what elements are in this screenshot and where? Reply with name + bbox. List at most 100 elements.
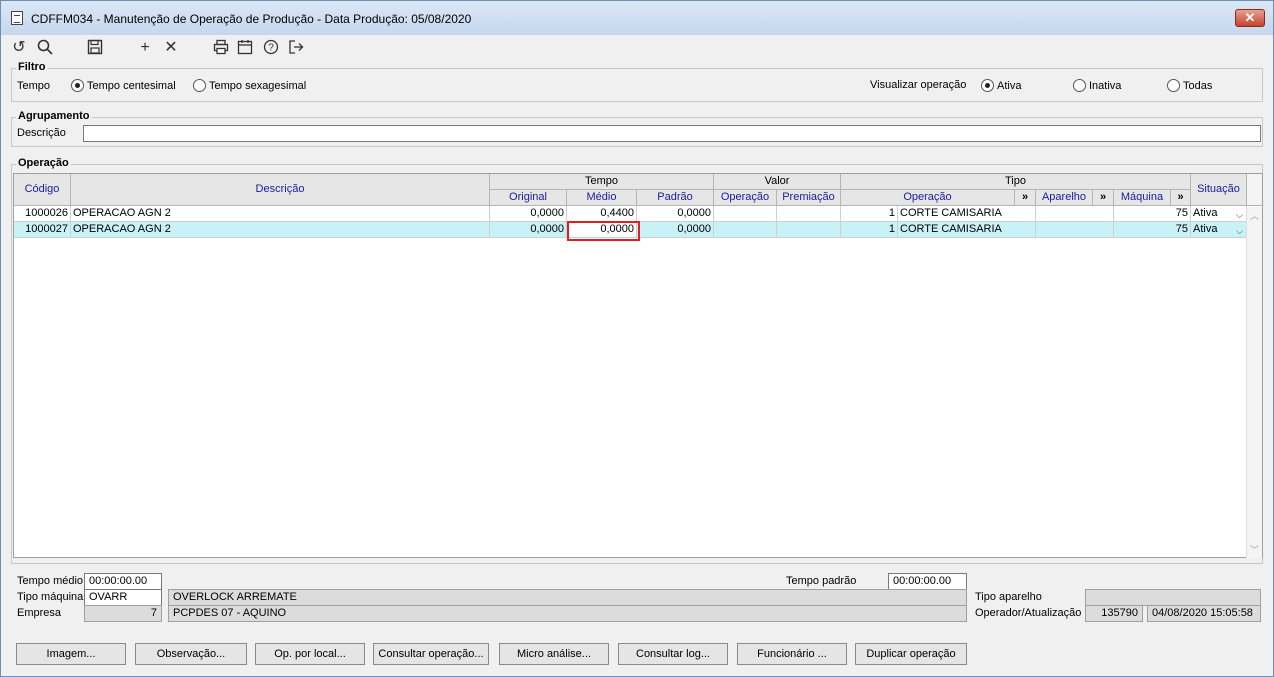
expand-aparelho-icon[interactable]: » [1093, 190, 1114, 206]
tipo-aparelho-field [1085, 589, 1261, 606]
tempo-centesimal-label[interactable]: Tempo centesimal [87, 80, 176, 92]
toolbar: ↺ + ✕ ? [1, 35, 1273, 61]
tempo-medio-field[interactable]: 00:00:00.00 [84, 573, 162, 590]
cell-maquina[interactable]: 75 [1114, 222, 1191, 238]
ativa-label[interactable]: Ativa [997, 80, 1021, 92]
cell-premiacao[interactable] [777, 222, 841, 238]
consultar-operacao-button[interactable]: Consultar operação... [373, 643, 489, 665]
operacao-grid: Código Descrição Tempo Valor Tipo Situaç… [13, 173, 1263, 558]
cell-aparelho[interactable] [1036, 222, 1114, 238]
close-button[interactable]: ✕ [1235, 9, 1265, 27]
cell-padrao[interactable]: 0,0000 [637, 206, 714, 222]
funcionario-button[interactable]: Funcionário ... [737, 643, 847, 665]
todas-radio[interactable] [1167, 79, 1180, 92]
header-premiacao[interactable]: Premiação [777, 190, 841, 206]
duplicar-operacao-button[interactable]: Duplicar operação [855, 643, 967, 665]
header-descricao[interactable]: Descrição [71, 174, 490, 206]
tipo-maquina-code-field[interactable]: OVARR [84, 589, 162, 606]
add-icon[interactable]: + [135, 39, 155, 57]
delete-icon[interactable]: ✕ [161, 39, 181, 57]
tempo-centesimal-radio[interactable] [71, 79, 84, 92]
print-icon[interactable] [211, 39, 231, 57]
cell-descricao[interactable]: OPERACAO AGN 2 [71, 222, 490, 238]
cell-original[interactable]: 0,0000 [490, 206, 567, 222]
cell-codigo[interactable]: 1000026 [14, 206, 71, 222]
descricao-label: Descrição [17, 127, 66, 139]
main-window: CDFFM034 - Manutenção de Operação de Pro… [0, 0, 1274, 677]
header-situacao[interactable]: Situação [1191, 174, 1247, 206]
cell-premiacao[interactable] [777, 206, 841, 222]
empresa-desc-field: PCPDES 07 - AQUINO [168, 605, 967, 622]
cell-padrao[interactable]: 0,0000 [637, 222, 714, 238]
cell-tipo-operacao-num[interactable]: 1 [841, 206, 898, 222]
search-icon[interactable] [35, 39, 55, 57]
header-aparelho[interactable]: Aparelho [1036, 190, 1093, 206]
situacao-value: Ativa [1193, 223, 1218, 235]
ativa-radio[interactable] [981, 79, 994, 92]
cell-valor-operacao[interactable] [714, 206, 777, 222]
observacao-button[interactable]: Observação... [135, 643, 247, 665]
operacao-legend: Operação [16, 157, 71, 169]
header-tipo-group: Tipo [841, 174, 1191, 190]
cell-situacao-select[interactable]: Ativa ⌵ [1191, 206, 1247, 222]
header-maquina[interactable]: Máquina [1114, 190, 1171, 206]
save-icon[interactable] [85, 39, 105, 57]
micro-analise-button[interactable]: Micro análise... [499, 643, 609, 665]
exit-icon[interactable] [286, 39, 306, 57]
descricao-input[interactable] [83, 125, 1261, 142]
help-icon[interactable]: ? [261, 39, 281, 57]
tempo-padrao-field[interactable]: 00:00:00.00 [888, 573, 967, 590]
chevron-down-icon[interactable]: ⌵ [1236, 208, 1243, 221]
tempo-medio-label: Tempo médio [17, 575, 84, 587]
calendar-icon[interactable] [235, 39, 255, 57]
agrupamento-legend: Agrupamento [16, 110, 92, 122]
cell-maquina[interactable]: 75 [1114, 206, 1191, 222]
tempo-label: Tempo [17, 80, 51, 92]
cell-medio-editing[interactable]: 0,0000 [567, 222, 637, 238]
header-tipo-operacao[interactable]: Operação [841, 190, 1015, 206]
tipo-maquina-label: Tipo máquina [17, 591, 84, 603]
cell-codigo[interactable]: 1000027 [14, 222, 71, 238]
filtro-legend: Filtro [16, 61, 48, 73]
refresh-icon[interactable]: ↺ [9, 39, 29, 57]
header-original[interactable]: Original [490, 190, 567, 206]
operador-field: 135790 [1085, 605, 1143, 622]
header-medio[interactable]: Médio [567, 190, 637, 206]
visualizar-label: Visualizar operação [870, 79, 967, 91]
inativa-radio[interactable] [1073, 79, 1086, 92]
empresa-code-field: 7 [84, 605, 162, 622]
cell-tipo-operacao-desc: CORTE CAMISARIA [898, 222, 1036, 238]
header-tempo-group: Tempo [490, 174, 714, 190]
cell-original[interactable]: 0,0000 [490, 222, 567, 238]
situacao-value: Ativa [1193, 207, 1218, 219]
scroll-up-icon[interactable]: ︿ [1250, 209, 1259, 222]
chevron-down-icon[interactable]: ⌵ [1236, 224, 1243, 237]
svg-text:?: ? [268, 43, 274, 54]
scroll-down-icon[interactable]: ﹀ [1250, 543, 1259, 556]
header-codigo[interactable]: Código [14, 174, 71, 206]
expand-maquina-icon[interactable]: » [1171, 190, 1191, 206]
consultar-log-button[interactable]: Consultar log... [618, 643, 728, 665]
cell-aparelho[interactable] [1036, 206, 1114, 222]
expand-operacao-icon[interactable]: » [1015, 190, 1036, 206]
cell-tipo-operacao-num[interactable]: 1 [841, 222, 898, 238]
empresa-label: Empresa [17, 607, 62, 619]
header-valor-group: Valor [714, 174, 841, 190]
cell-descricao[interactable]: OPERACAO AGN 2 [71, 206, 490, 222]
op-por-local-button[interactable]: Op. por local... [255, 643, 365, 665]
cell-tipo-operacao-desc: CORTE CAMISARIA [898, 206, 1036, 222]
header-valor-operacao[interactable]: Operação [714, 190, 777, 206]
grid-vertical-scrollbar[interactable]: ︿ ﹀ [1246, 207, 1262, 558]
imagem-button[interactable]: Imagem... [16, 643, 126, 665]
tipo-aparelho-label: Tipo aparelho [975, 591, 1042, 603]
operador-label: Operador/Atualização [975, 607, 1082, 619]
cell-valor-operacao[interactable] [714, 222, 777, 238]
cell-medio[interactable]: 0,4400 [567, 206, 637, 222]
tempo-sexagesimal-label[interactable]: Tempo sexagesimal [209, 80, 306, 92]
inativa-label[interactable]: Inativa [1089, 80, 1121, 92]
tempo-sexagesimal-radio[interactable] [193, 79, 206, 92]
todas-label[interactable]: Todas [1183, 80, 1212, 92]
tipo-maquina-desc-field: OVERLOCK ARREMATE [168, 589, 967, 606]
cell-situacao-select[interactable]: Ativa ⌵ [1191, 222, 1247, 238]
header-padrao[interactable]: Padrão [637, 190, 714, 206]
